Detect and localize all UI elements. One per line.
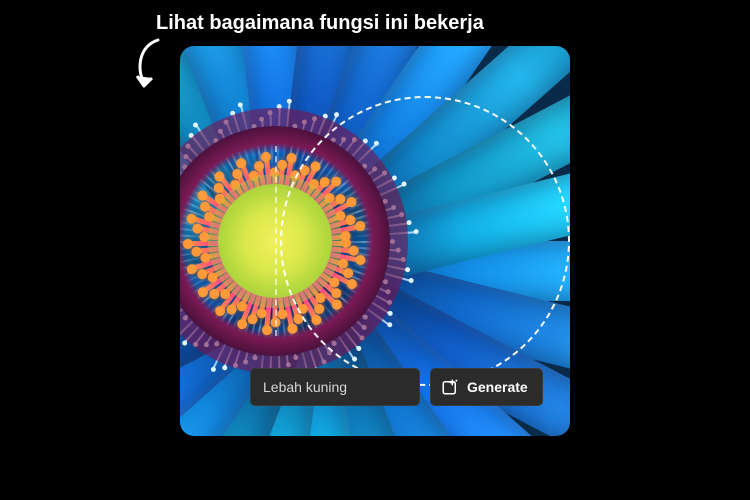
image-canvas: Lebah kuning Generate xyxy=(180,46,570,436)
prompt-input[interactable]: Lebah kuning xyxy=(250,368,420,406)
stage: Lihat bagaimana fungsi ini bekerja Lebah… xyxy=(0,0,750,500)
generate-button-label: Generate xyxy=(467,379,528,395)
selection-vertical-guide xyxy=(275,146,277,336)
generate-icon xyxy=(441,378,459,396)
marquee-selection[interactable] xyxy=(280,96,570,386)
curved-arrow-icon xyxy=(130,36,170,96)
contextual-taskbar: Lebah kuning Generate xyxy=(250,368,543,406)
heading: Lihat bagaimana fungsi ini bekerja xyxy=(156,12,484,35)
prompt-input-value: Lebah kuning xyxy=(263,379,347,395)
generate-button[interactable]: Generate xyxy=(430,368,543,406)
